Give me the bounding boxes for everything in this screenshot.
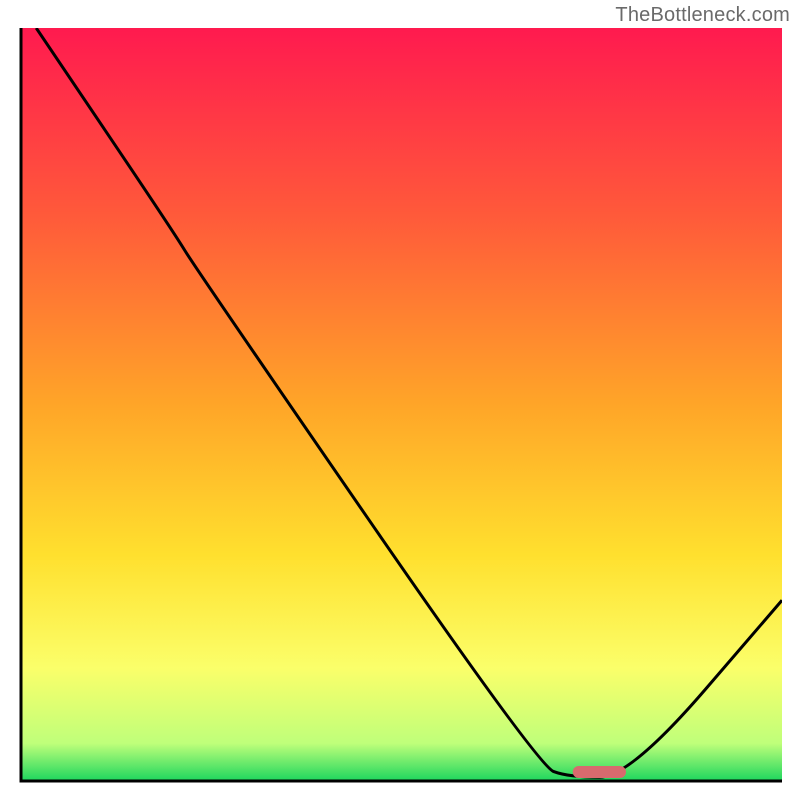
optimal-marker xyxy=(573,766,626,778)
chart-background xyxy=(21,28,782,781)
bottleneck-chart xyxy=(18,28,782,784)
attribution-text: TheBottleneck.com xyxy=(615,4,790,27)
chart-svg xyxy=(18,28,782,784)
